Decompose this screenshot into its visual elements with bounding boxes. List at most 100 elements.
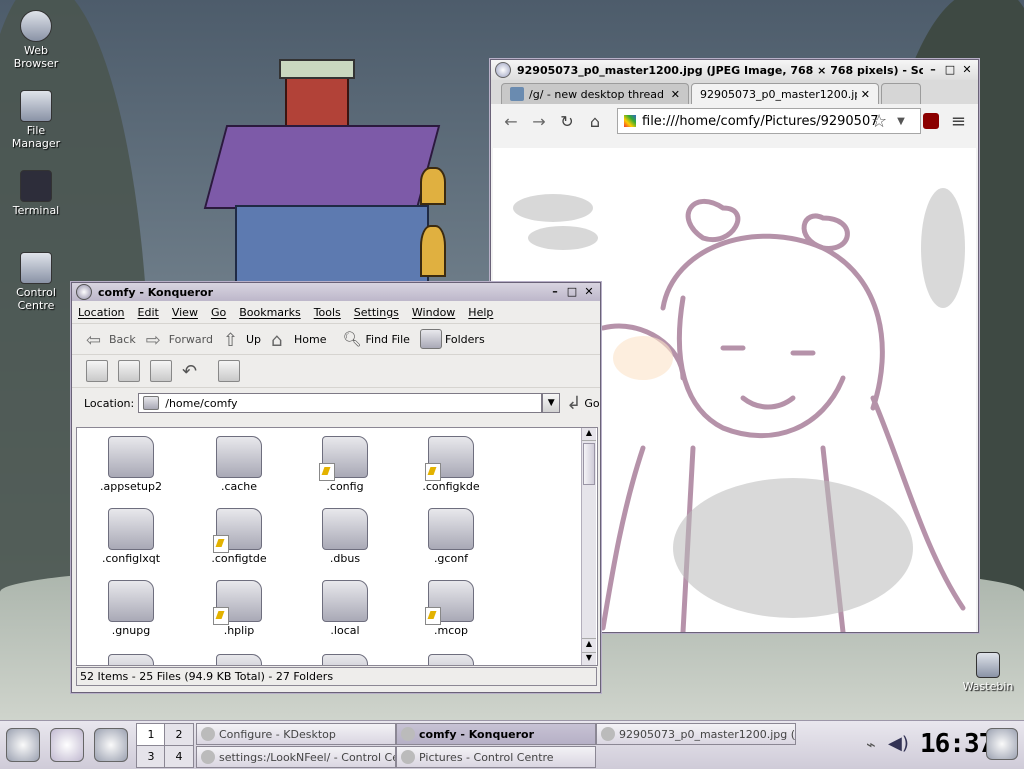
home-folder-icon[interactable]	[50, 728, 84, 762]
scroll-down-icon[interactable]: ▼	[582, 652, 596, 665]
location-input[interactable]: /home/comfy	[138, 393, 543, 413]
menu-edit[interactable]: Edit	[138, 306, 159, 319]
folder-label: .config	[326, 480, 364, 493]
menu-settings[interactable]: Settings	[354, 306, 399, 319]
menu-location[interactable]: Location	[78, 306, 125, 319]
terminal-icon	[20, 170, 52, 202]
folder-item[interactable]: .local	[305, 580, 385, 637]
desktop-icon-terminal[interactable]: Terminal	[1, 170, 71, 217]
forward-arrow-icon[interactable]: →	[527, 112, 551, 131]
desktop-icon-wastebin[interactable]: Wastebin	[953, 652, 1023, 693]
reload-icon[interactable]: ↻	[555, 112, 579, 131]
tab-g-thread[interactable]: /g/ - new desktop thread - ... ✕	[501, 83, 689, 104]
desktop-icon-label: Centre	[17, 299, 55, 312]
folder-icon	[213, 580, 262, 625]
back-arrow-icon[interactable]: ←	[499, 112, 523, 131]
task-label: Pictures - Control Centre	[419, 750, 554, 764]
folder-item[interactable]: .mcop	[411, 580, 491, 637]
folder-item-partial[interactable]	[91, 654, 171, 665]
menu-go[interactable]: Go	[211, 306, 226, 319]
ublock-icon[interactable]	[922, 113, 939, 129]
minimize-icon[interactable]: –	[926, 63, 940, 77]
url-dropdown-icon[interactable]: ▼	[897, 116, 905, 127]
bookmark-star-icon[interactable]: ☆	[871, 111, 887, 132]
folder-item[interactable]: .configlxqt	[91, 508, 171, 565]
browser-titlebar[interactable]: 92905073_p0_master1200.jpg (JPEG Image, …	[491, 60, 978, 80]
clock[interactable]: 16:37	[920, 729, 994, 759]
file-icon-view[interactable]: .appsetup2 .cache .config .configkde .config…	[76, 427, 598, 666]
folder-icon	[428, 508, 474, 550]
menu-bookmarks[interactable]: Bookmarks	[239, 306, 300, 319]
pager-desktop-4[interactable]: 4	[164, 745, 194, 768]
undo-icon[interactable]: ↶	[182, 361, 202, 382]
folder-item[interactable]: .gconf	[411, 508, 491, 565]
folder-item[interactable]: .hplip	[199, 580, 279, 637]
menu-tools[interactable]: Tools	[314, 306, 341, 319]
back-button[interactable]: ⇦ Back	[86, 330, 136, 351]
control-centre-icon[interactable]	[94, 728, 128, 762]
new-tab-button[interactable]	[881, 83, 921, 104]
folders-button[interactable]: Folders	[419, 329, 485, 349]
folder-item-partial[interactable]	[199, 654, 279, 665]
folder-label: .cache	[220, 480, 258, 493]
view-mode-icon[interactable]	[218, 360, 240, 382]
menu-hamburger-icon[interactable]: ≡	[951, 111, 966, 132]
scroll-up-icon[interactable]: ▲	[582, 428, 596, 441]
pager-desktop-1[interactable]: 1	[136, 723, 166, 746]
task-app-icon	[201, 750, 215, 764]
task-browser-image[interactable]: 92905073_p0_master1200.jpg (JPE	[596, 723, 796, 745]
menu-window[interactable]: Window	[412, 306, 455, 319]
konqueror-window[interactable]: comfy - Konqueror – □ ✕ Location Edit Vi…	[71, 282, 601, 693]
pager-desktop-2[interactable]: 2	[164, 723, 194, 746]
task-control-centre-looknfeel[interactable]: settings:/LookNFeel/ - Control Cen	[196, 746, 396, 768]
folder-icon	[425, 580, 474, 625]
drawing-cloud	[921, 188, 965, 308]
menu-view[interactable]: View	[172, 306, 198, 319]
konqueror-titlebar[interactable]: comfy - Konqueror – □ ✕	[72, 283, 600, 301]
vertical-scrollbar[interactable]: ▲ ▲ ▼	[581, 428, 596, 665]
folder-item[interactable]: .configtde	[199, 508, 279, 565]
folder-item[interactable]: .dbus	[305, 508, 385, 565]
close-icon[interactable]: ✕	[960, 63, 974, 77]
copy-icon[interactable]	[118, 360, 140, 382]
folder-item[interactable]: .appsetup2	[91, 436, 171, 493]
folder-item-partial[interactable]	[411, 654, 491, 665]
kmenu-icon[interactable]	[6, 728, 40, 762]
task-pictures-control-centre[interactable]: Pictures - Control Centre	[396, 746, 596, 768]
folder-item[interactable]: .config	[305, 436, 385, 493]
maximize-icon[interactable]: □	[943, 63, 957, 77]
folder-item-partial[interactable]	[305, 654, 385, 665]
folder-item[interactable]: .gnupg	[91, 580, 171, 637]
task-configure-kdesktop[interactable]: Configure - KDesktop	[196, 723, 396, 745]
tab-close-icon[interactable]: ✕	[861, 88, 870, 101]
task-konqueror[interactable]: comfy - Konqueror	[396, 723, 596, 745]
menu-help[interactable]: Help	[468, 306, 493, 319]
home-icon[interactable]: ⌂	[583, 112, 607, 131]
location-dropdown-icon[interactable]: ▼	[542, 393, 561, 413]
close-icon[interactable]: ✕	[582, 285, 596, 299]
forward-button[interactable]: ⇨ Forward	[146, 330, 213, 351]
tab-image[interactable]: 92905073_p0_master1200.jpg... ✕	[691, 83, 879, 104]
scroll-up-icon[interactable]: ▲	[582, 638, 596, 651]
find-file-button[interactable]: 🔍︎ Find File	[343, 330, 410, 348]
volume-icon[interactable]: ◀)	[888, 733, 909, 754]
desktop-icon-web-browser[interactable]: Web Browser	[1, 10, 71, 70]
folder-item[interactable]: .cache	[199, 436, 279, 493]
maximize-icon[interactable]: □	[565, 285, 579, 299]
tab-close-icon[interactable]: ✕	[671, 88, 680, 101]
go-button[interactable]: Go	[584, 397, 599, 410]
minimize-icon[interactable]: –	[548, 285, 562, 299]
desktop-icon-file-manager[interactable]: File Manager	[1, 90, 71, 150]
pager-desktop-3[interactable]: 3	[136, 745, 166, 768]
desktop-icon-control-centre[interactable]: Control Centre	[1, 252, 71, 312]
go-icon[interactable]: ↲	[566, 393, 581, 414]
show-desktop-icon[interactable]	[986, 728, 1018, 760]
up-button[interactable]: ⇧ Up	[223, 330, 261, 351]
folder-label: .hplip	[223, 624, 255, 637]
trash-icon[interactable]	[150, 360, 172, 382]
cut-icon[interactable]	[86, 360, 108, 382]
home-button[interactable]: ⌂ Home	[271, 330, 326, 351]
scrollbar-thumb[interactable]	[583, 443, 595, 485]
network-icon[interactable]: ⌁	[866, 735, 876, 754]
folder-item[interactable]: .configkde	[411, 436, 491, 493]
